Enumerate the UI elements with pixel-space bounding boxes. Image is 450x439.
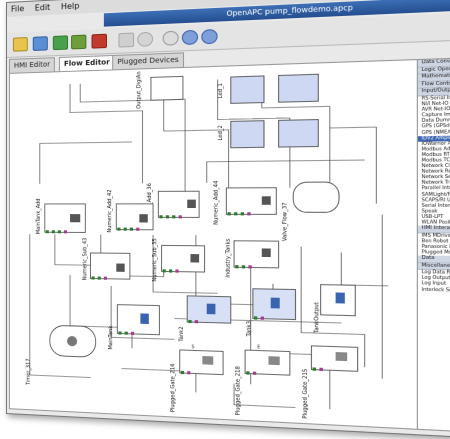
plugin-item[interactable]: Parallel Interface bbox=[418, 186, 450, 192]
small-label-s: S bbox=[192, 344, 195, 349]
flow-canvas[interactable]: Output_DigiAn Led_1 Led_2 MainTank_Add N… bbox=[9, 59, 418, 430]
node-plugged-gate218[interactable] bbox=[245, 350, 290, 375]
node-label-industry-tanks: Industry_Tanks bbox=[225, 238, 232, 278]
plugin-item[interactable]: Serial Interface bbox=[418, 203, 450, 209]
node-label-numeric-sub43: Numeric_Sub_43 bbox=[82, 238, 88, 281]
display-icon bbox=[139, 214, 147, 222]
node-led2[interactable] bbox=[231, 121, 264, 148]
node-label-plugged-gate215: Plugged_Gate_215 bbox=[302, 369, 309, 419]
tank-icon bbox=[271, 298, 280, 309]
tank-icon bbox=[207, 304, 216, 315]
menu-edit[interactable]: Edit bbox=[31, 1, 55, 13]
node-led1[interactable] bbox=[231, 76, 264, 103]
display-icon bbox=[190, 254, 199, 262]
plugin-panel: Data Conversion Logic Operators Mathematic… bbox=[417, 56, 450, 433]
display-icon bbox=[262, 196, 271, 205]
node-label-led1: Led_1 bbox=[218, 83, 225, 99]
node-label-numeric-add44: Numeric_Add_44 bbox=[213, 181, 220, 225]
node-industry-tanks[interactable] bbox=[234, 241, 279, 268]
plugin-item[interactable]: SCAPS/RI USB bbox=[418, 198, 450, 204]
gate-icon bbox=[336, 352, 348, 361]
zoom-icon[interactable] bbox=[163, 31, 179, 46]
menu-help[interactable]: Help bbox=[57, 0, 84, 12]
exit-icon[interactable] bbox=[92, 34, 107, 49]
open-file-icon[interactable] bbox=[33, 36, 48, 51]
node-plugged-gate214[interactable] bbox=[180, 350, 223, 375]
app-window: File Edit Help OpenAPC pump_flowdemo.apc… bbox=[6, 0, 450, 439]
node-valve-flow[interactable] bbox=[293, 182, 339, 212]
display-icon bbox=[262, 248, 271, 257]
node-label-output-digi: Output_DigiAn bbox=[136, 71, 142, 109]
small-label-e: E bbox=[257, 344, 260, 349]
zoom-in-icon[interactable] bbox=[182, 30, 198, 45]
menu-file[interactable]: File bbox=[7, 2, 28, 14]
display-icon bbox=[70, 214, 80, 222]
plugin-item[interactable]: Interlock Server Connection bbox=[418, 287, 450, 294]
plugin-item[interactable]: GPS (GPSd) bbox=[418, 123, 450, 130]
node-maintank[interactable] bbox=[117, 305, 159, 335]
node-label-plugged-gate218: Plugged_Gate_218 bbox=[235, 366, 242, 416]
tank-icon bbox=[336, 292, 345, 303]
display-icon bbox=[187, 200, 196, 208]
node-label-maintank: MainTank bbox=[108, 326, 114, 350]
plugin-item[interactable]: SAMLight/RC CO bbox=[418, 192, 450, 198]
node-label-numeric-add42: Numeric_Add_42 bbox=[107, 190, 113, 233]
node-label-tankoutput: TankOutput bbox=[314, 302, 321, 334]
pencil-icon[interactable] bbox=[118, 33, 134, 48]
node-label-maintank-add: MainTank_Add bbox=[36, 199, 42, 235]
node-label-tank3: Tank3 bbox=[246, 321, 253, 338]
gate-icon bbox=[202, 356, 213, 365]
node-plugged-gate215[interactable] bbox=[311, 346, 357, 371]
gate-icon bbox=[268, 356, 279, 365]
node-label-numeric-sub35: Numeric_Sub_35 bbox=[152, 238, 158, 281]
new-file-icon[interactable] bbox=[13, 37, 28, 52]
plugin-list: Data Conversion Logic Operators Mathematic… bbox=[418, 58, 450, 294]
node-label-tank2: Tank2 bbox=[179, 326, 185, 342]
flow-diagram: Output_DigiAn Led_1 Led_2 MainTank_Add N… bbox=[10, 60, 417, 429]
cancel-icon[interactable] bbox=[137, 32, 153, 47]
node-label-timer: Timer_317 bbox=[26, 358, 32, 386]
display-icon bbox=[116, 264, 124, 272]
node-output-digi[interactable] bbox=[151, 76, 183, 100]
save-icon[interactable] bbox=[53, 35, 68, 50]
node-label-led2: Led_2 bbox=[218, 125, 225, 141]
zoom-out-icon[interactable] bbox=[201, 29, 217, 44]
node-led-extra-1[interactable] bbox=[279, 74, 319, 102]
node-label-plugged-gate214: Plugged_Gate_214 bbox=[170, 364, 176, 413]
node-led-extra-2[interactable] bbox=[279, 120, 319, 148]
node-label-valve-flow: Valve_Flow_37 bbox=[282, 202, 289, 241]
save-as-icon[interactable] bbox=[71, 35, 86, 50]
tank-icon bbox=[140, 313, 148, 324]
